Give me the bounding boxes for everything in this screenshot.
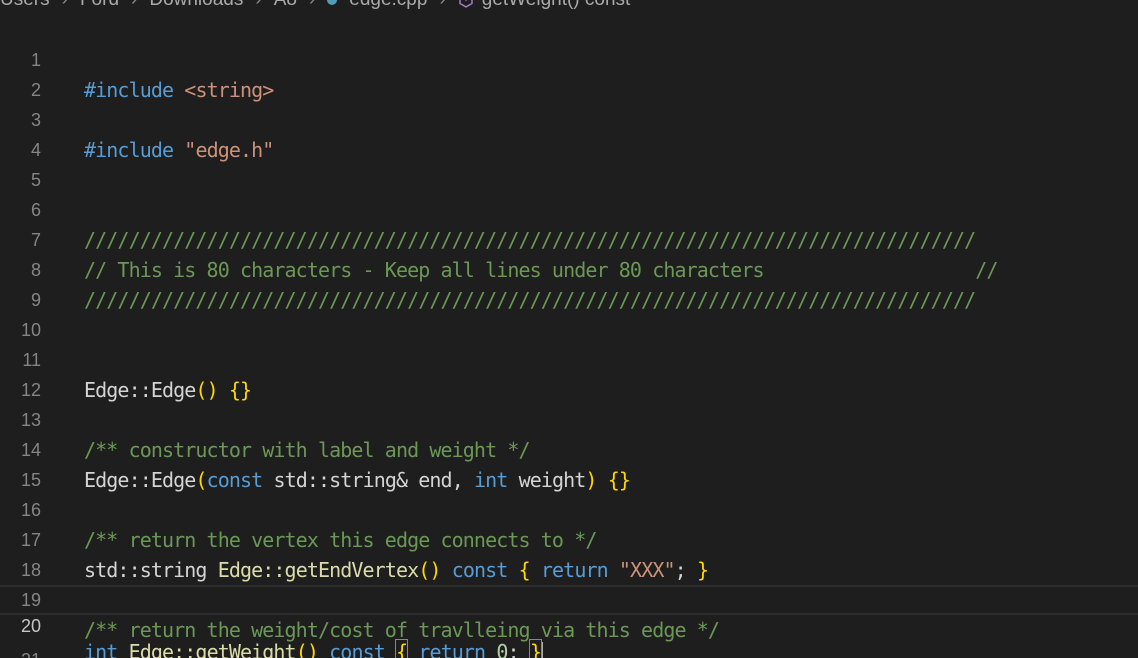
code-line[interactable]: 1 #include <string>	[0, 15, 1138, 102]
code-line[interactable]: 21	[0, 615, 1138, 658]
code-line[interactable]: 17 std::string Edge::getEndVertex() cons…	[0, 495, 1138, 582]
breadcrumb-item-downloads[interactable]: Downloads	[149, 0, 243, 11]
code-line[interactable]: 5	[0, 135, 1138, 190]
method-icon	[459, 0, 473, 8]
chevron-right-icon: ›	[309, 0, 315, 11]
code-line[interactable]: 3 #include "edge.h"	[0, 75, 1138, 162]
code-line[interactable]: 10	[0, 285, 1138, 340]
code-line[interactable]: 2	[0, 45, 1138, 100]
code-line[interactable]: 15	[0, 435, 1138, 490]
code-line[interactable]: 14 Edge::Edge(const std::string& end, in…	[0, 405, 1138, 492]
line-number: 21	[0, 645, 41, 658]
code-line[interactable]: 8 //////////////////////////////////////…	[0, 225, 1138, 312]
code-line[interactable]: 4	[0, 105, 1138, 160]
breadcrumb-item-file[interactable]: edge.cpp	[349, 0, 427, 11]
breadcrumb-item-ford[interactable]: Ford	[80, 0, 119, 11]
code-line[interactable]: 12	[0, 345, 1138, 400]
chevron-right-icon: ›	[255, 0, 261, 11]
code-line[interactable]: 6 //////////////////////////////////////…	[0, 165, 1138, 252]
breadcrumb-item-users[interactable]: Users	[0, 0, 50, 11]
code-line[interactable]: 19 /** return the weight/cost of travlle…	[0, 555, 1138, 642]
code-editor[interactable]: Users › Ford › Downloads › A8 › edge.cpp › getWeig…	[0, 0, 1138, 658]
breadcrumb-item-a8[interactable]: A8	[274, 0, 297, 11]
chevron-right-icon: ›	[439, 0, 445, 11]
code-line[interactable]: 18	[0, 525, 1138, 580]
code-line[interactable]: 11 Edge::Edge() {}	[0, 315, 1138, 402]
code-line[interactable]: 16 /** return the vertex this edge conne…	[0, 465, 1138, 552]
code-line[interactable]: 9	[0, 255, 1138, 310]
code-line[interactable]: 7 // This is 80 characters - Keep all li…	[0, 195, 1138, 282]
breadcrumb-item-symbol[interactable]: getWeight() const	[482, 0, 631, 11]
chevron-right-icon: ›	[131, 0, 137, 11]
breadcrumb: Users › Ford › Downloads › A8 › edge.cpp › getWeig…	[0, 0, 630, 11]
code-line[interactable]: 13 /** constructor with label and weight…	[0, 375, 1138, 462]
cpp-file-icon	[327, 0, 338, 5]
code-line-active[interactable]: 20 int Edge::getWeight() const { return …	[0, 585, 1138, 658]
chevron-right-icon: ›	[62, 0, 68, 11]
